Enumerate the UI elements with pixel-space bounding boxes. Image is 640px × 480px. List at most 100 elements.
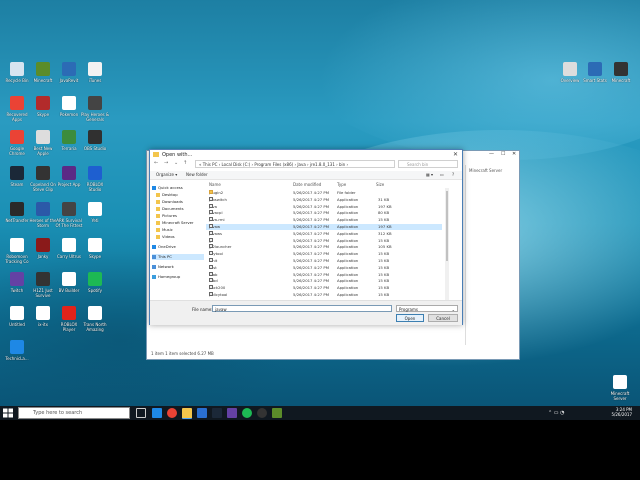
desktop-icon[interactable]: OBS Studio [80, 130, 110, 151]
file-row[interactable]: java 5/26/2017 4:27 PM Application 197 KB [206, 203, 442, 210]
desktop-icon[interactable]: Spotify [80, 272, 110, 293]
file-size-cell: 80 KB [378, 210, 390, 216]
nav-item-label: Downloads [162, 199, 183, 204]
up-arrow-icon[interactable]: ↑ [183, 160, 187, 166]
steam-icon[interactable] [212, 408, 222, 418]
desktop-icon[interactable]: Yeti [80, 202, 110, 223]
close-icon[interactable]: ✕ [453, 151, 458, 158]
nav-item[interactable]: Music [156, 227, 173, 233]
preview-pane-icon[interactable]: ▭ [440, 172, 444, 177]
nav-item[interactable]: Homegroup [152, 274, 180, 280]
file-type-select[interactable]: Programs ⌄ [396, 305, 458, 312]
column-header-type[interactable]: Type [337, 182, 346, 187]
help-icon[interactable]: ? [452, 172, 454, 177]
open-button[interactable]: Open [396, 314, 424, 322]
taskbar-clock[interactable]: 3:24 PM 5/26/2017 [611, 407, 632, 417]
nav-item[interactable]: Downloads [156, 199, 183, 205]
desktop-icon-minecraft-server[interactable]: Minecraft Server [605, 375, 635, 401]
file-row[interactable]: policytool 5/26/2017 4:27 PM Application 15… [206, 292, 442, 298]
file-row[interactable]: keytool 5/26/2017 4:27 PM Application 15 KB [206, 251, 442, 257]
nav-item[interactable]: Network [152, 264, 174, 270]
file-row[interactable]: javacpl 5/26/2017 4:27 PM Application 80 KB [206, 210, 442, 216]
application-icon [209, 258, 213, 262]
file-row[interactable]: jjs 5/26/2017 4:27 PM Application 15 KB [206, 237, 442, 244]
app-icon [10, 96, 24, 110]
desktop-icon[interactable]: iTunes [80, 62, 110, 83]
file-row[interactable]: jp2launcher 5/26/2017 4:27 PM Application 1… [206, 244, 442, 250]
forward-arrow-icon[interactable]: → [164, 160, 168, 166]
spotify-icon[interactable] [242, 408, 252, 418]
nav-item[interactable]: Videos [156, 234, 175, 240]
home-icon [152, 275, 156, 279]
organize-button[interactable]: Organize ▾ [156, 172, 177, 177]
nav-item[interactable]: This PC [152, 254, 204, 260]
file-size-cell: 15 KB [378, 258, 390, 263]
nav-item[interactable]: Desktop [156, 192, 178, 198]
obs-icon[interactable] [257, 408, 267, 418]
desktop: Recycle Bin Minecraft JavaRevit iTunes Recov… [0, 0, 640, 406]
file-date-cell: 5/26/2017 4:27 PM [293, 196, 329, 202]
cancel-button[interactable]: Cancel [428, 314, 458, 322]
desktop-icon-label: iTunes [88, 78, 102, 83]
minecraft-icon[interactable] [272, 408, 282, 418]
dialog-footer: File name: javaw Programs ⌄ Open Cancel [150, 300, 462, 325]
file-row[interactable]: javaws 5/26/2017 4:27 PM Application 312 KB [206, 230, 442, 237]
file-explorer-icon[interactable] [182, 408, 192, 419]
back-arrow-icon[interactable]: ← [154, 160, 158, 166]
file-size-cell: 15 KB [378, 278, 390, 284]
file-name-cell: pack200 [209, 285, 225, 291]
file-size-cell: 105 KB [378, 244, 392, 250]
column-headers: Name Date modified Type Size [206, 182, 446, 188]
column-header-size[interactable]: Size [376, 182, 384, 187]
nav-item[interactable]: Quick access [152, 185, 183, 191]
taskbar-search-input[interactable]: Type here to search [18, 407, 130, 419]
recent-chevron-icon[interactable]: ⌄ [174, 160, 178, 166]
file-row[interactable]: plugin2 5/26/2017 4:27 PM File folder [206, 190, 442, 196]
open-with-dialog: Open with... ✕ ← → ⌄ ↑ « This PC › Local… [149, 149, 463, 325]
store-icon[interactable] [197, 408, 207, 418]
close-icon[interactable]: ✕ [512, 151, 516, 157]
desktop-icon[interactable]: ROBLOX Studio [80, 166, 110, 192]
star-icon [152, 186, 156, 190]
file-row[interactable]: jabswitch 5/26/2017 4:27 PM Application 31 … [206, 196, 442, 203]
nav-item[interactable]: OneDrive [152, 244, 176, 250]
column-header-name[interactable]: Name [209, 182, 221, 187]
desktop-icon[interactable]: Minecraft [606, 62, 636, 83]
windows-start-icon[interactable] [2, 408, 14, 418]
nav-item[interactable]: Pictures [156, 213, 177, 219]
desktop-icon[interactable]: TechnicLa... [2, 340, 32, 361]
twitch-icon[interactable] [227, 408, 237, 418]
column-header-date[interactable]: Date modified [293, 182, 321, 187]
file-type-cell: Application [337, 224, 359, 229]
taskbar: Type here to search ⌃ ▭ ◔ 3:24 PM 5/26/2… [0, 406, 640, 420]
app-icon [10, 130, 24, 144]
desktop-icon-label: OBS Studio [83, 146, 107, 151]
file-row[interactable]: orbd 5/26/2017 4:27 PM Application 15 KB [206, 278, 442, 284]
task-view-icon[interactable] [136, 408, 146, 418]
search-input[interactable]: Search bin [398, 160, 458, 168]
file-row[interactable]: kinit 5/26/2017 4:27 PM Application 15 KB [206, 258, 442, 264]
view-options-icon[interactable]: ▦ ▾ [426, 172, 433, 177]
nav-item[interactable]: Minecraft Server [156, 220, 193, 226]
file-row[interactable]: klist 5/26/2017 4:27 PM Application 15 KB [206, 264, 442, 271]
file-row[interactable]: java-rmi 5/26/2017 4:27 PM Application 15 K… [206, 217, 442, 223]
nav-item[interactable]: Documents [156, 206, 184, 212]
file-name-cell: plugin2 [209, 190, 223, 196]
file-row[interactable]: pack200 5/26/2017 4:27 PM Application 15 KB [206, 285, 442, 291]
nav-item-label: Quick access [158, 185, 183, 190]
file-row[interactable]: ktab 5/26/2017 4:27 PM Application 15 KB [206, 271, 442, 278]
desktop-icon[interactable]: Trans North Amazing [80, 306, 110, 332]
file-row[interactable]: javaw 5/26/2017 4:27 PM Application 197 KB [206, 224, 442, 230]
scrollbar-thumb[interactable] [446, 191, 448, 261]
cloud-icon [152, 245, 156, 249]
minimize-icon[interactable]: — [489, 151, 494, 157]
system-tray-icons[interactable]: ⌃ ▭ ◔ [548, 410, 564, 416]
maximize-icon[interactable]: ☐ [501, 151, 505, 157]
edge-icon[interactable] [152, 408, 162, 418]
desktop-icon[interactable]: Play Heroes & Generals [80, 96, 110, 122]
chrome-icon[interactable] [167, 408, 177, 418]
file-name-input[interactable]: javaw [212, 305, 392, 312]
desktop-icon[interactable]: Skype [80, 238, 110, 259]
new-folder-button[interactable]: New folder [186, 172, 208, 177]
address-bar[interactable]: « This PC › Local Disk (C:) › Program Fi… [195, 160, 395, 168]
